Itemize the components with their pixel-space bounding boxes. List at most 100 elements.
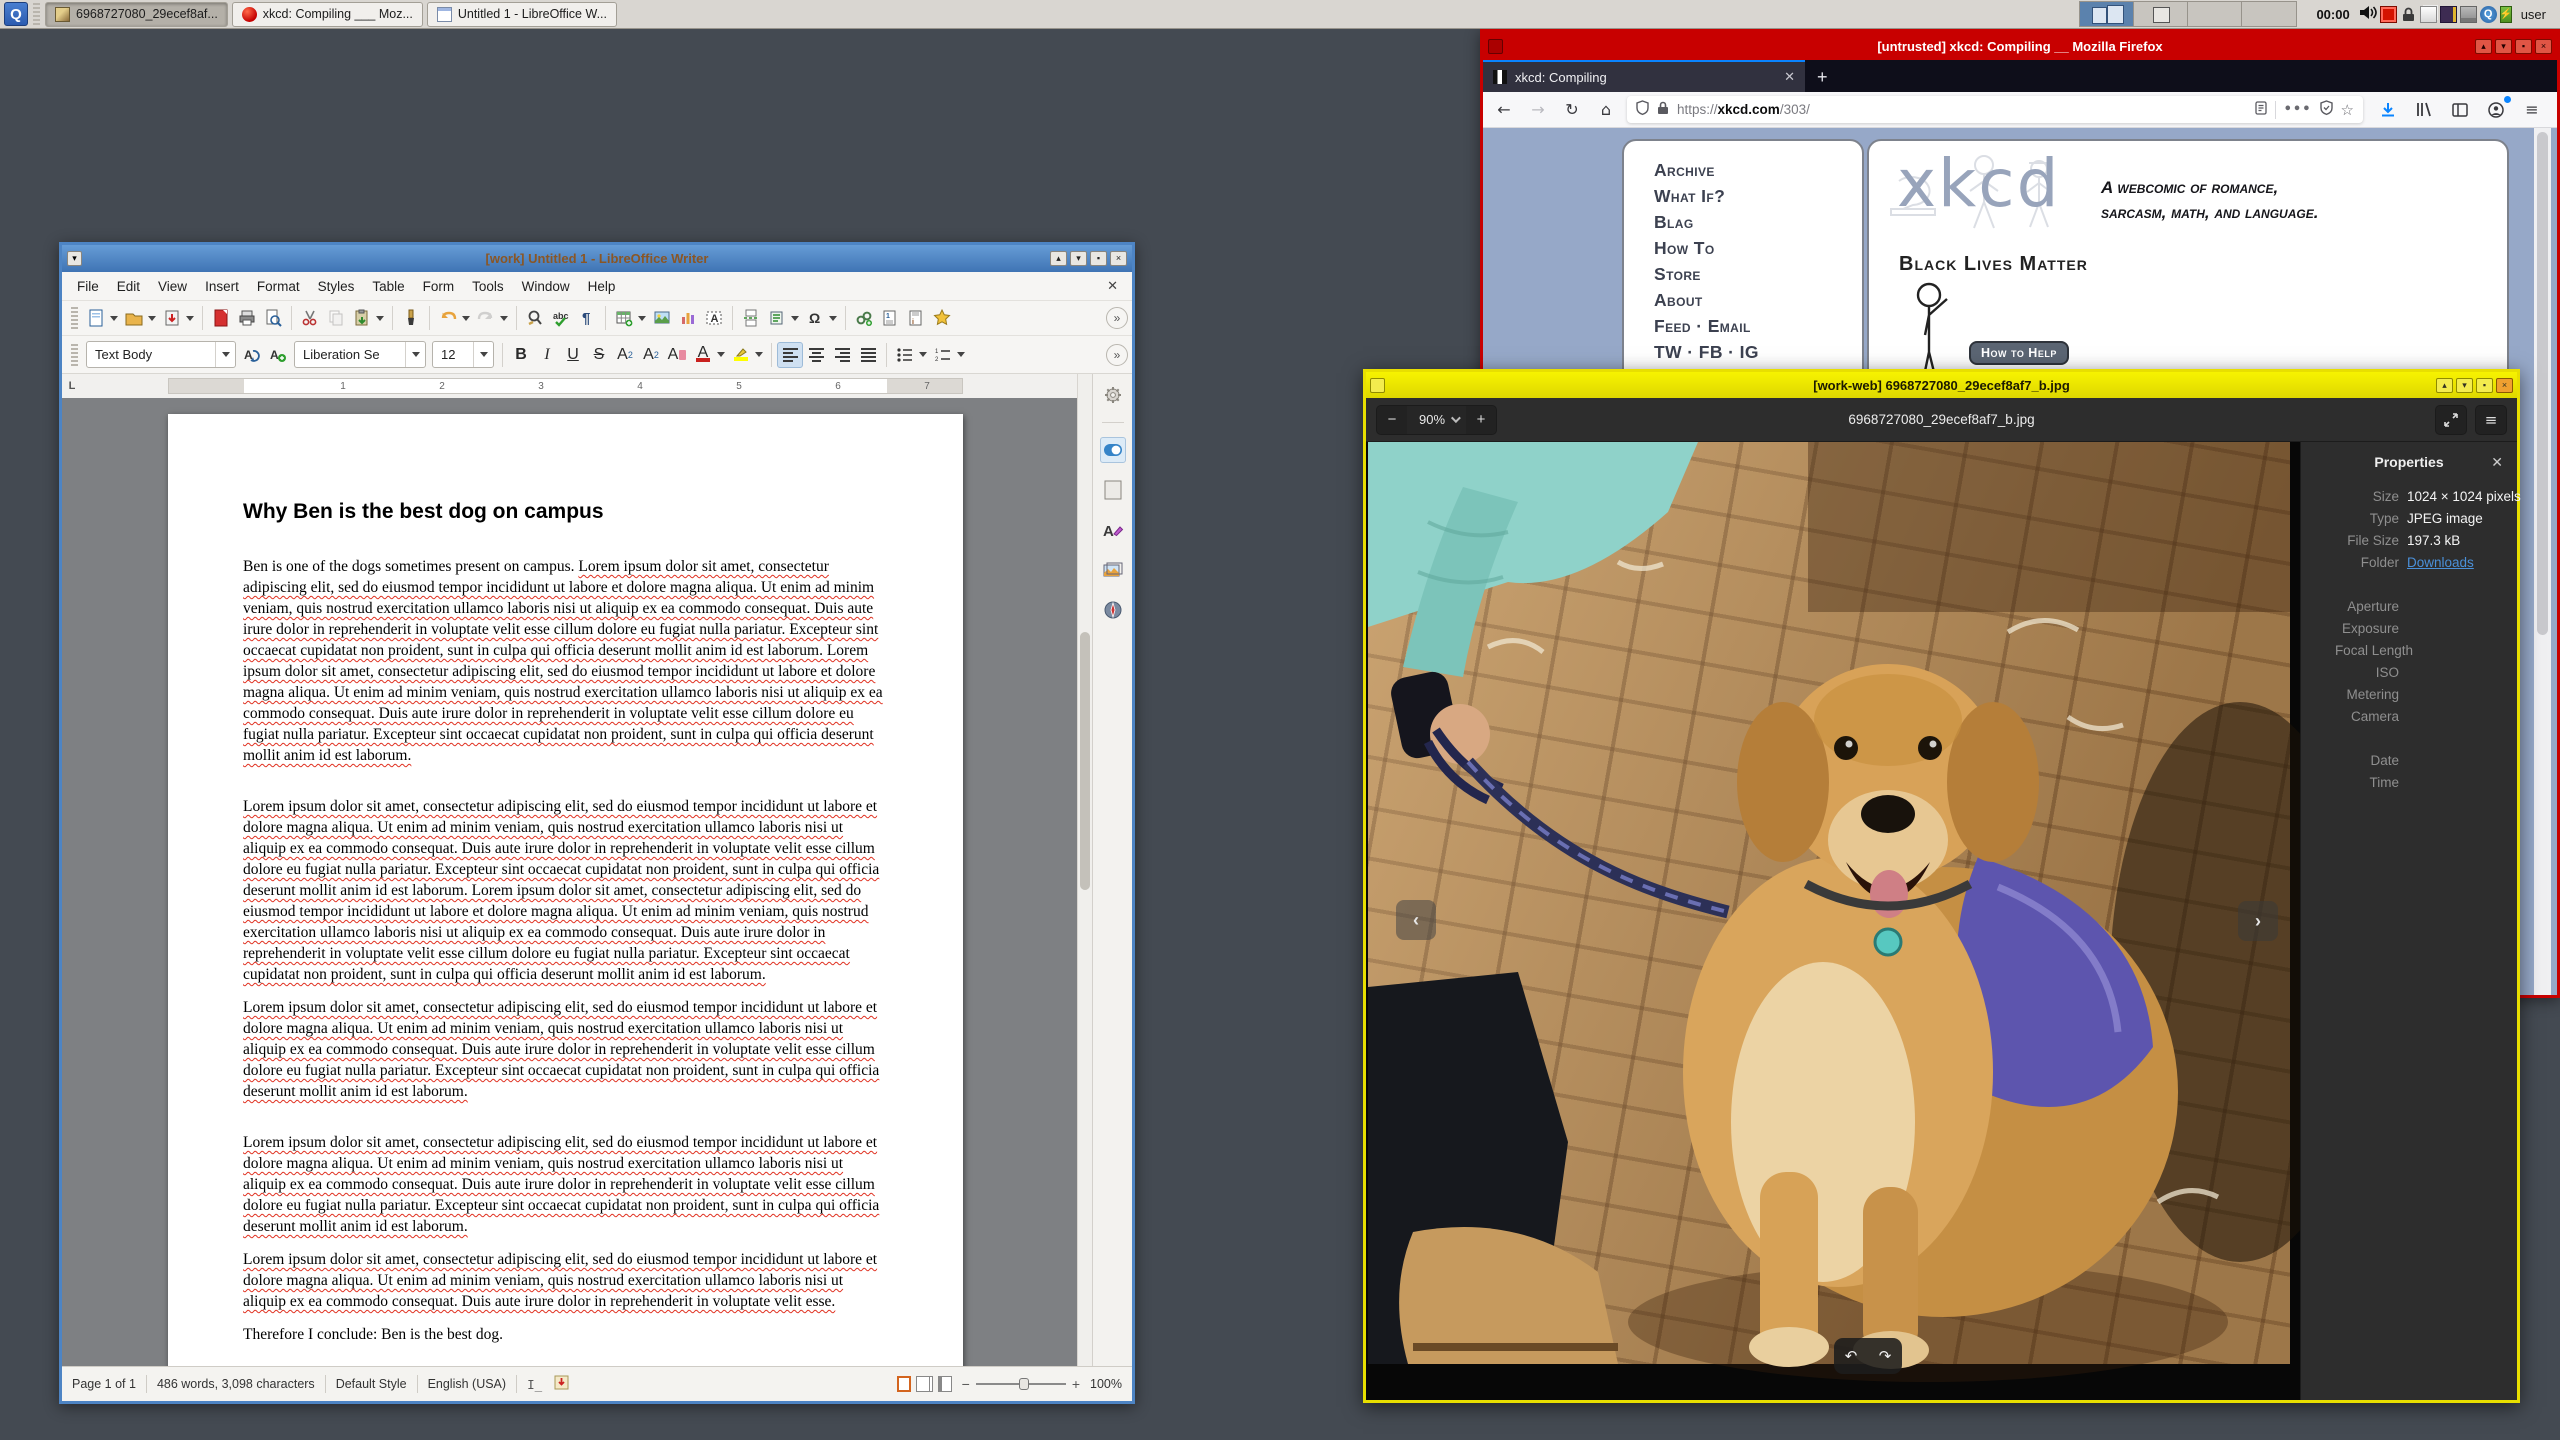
menu-format[interactable]: Format	[248, 275, 309, 298]
page-style[interactable]: Default Style	[336, 1377, 407, 1391]
rotate-cw-button[interactable]: ↷	[1879, 1347, 1892, 1365]
zoom-level-dropdown[interactable]: 90%	[1407, 412, 1466, 427]
scrollbar-thumb[interactable]	[1080, 631, 1090, 890]
horizontal-ruler[interactable]: L 1 2 3 4 5 6 7	[62, 374, 1077, 398]
account-icon[interactable]	[2483, 95, 2511, 123]
menu-insert[interactable]: Insert	[196, 275, 248, 298]
align-left-button[interactable]	[777, 341, 803, 368]
close-button[interactable]: ×	[1110, 251, 1127, 266]
minimize-button[interactable]: ▾	[1070, 251, 1087, 266]
qubes-menu-button[interactable]: Q	[4, 2, 28, 26]
reader-mode-icon[interactable]	[2254, 100, 2267, 119]
zoom-in-button[interactable]: +	[1466, 405, 1497, 434]
bullet-list-button[interactable]	[892, 342, 918, 368]
shade-button[interactable]: ▴	[1050, 251, 1067, 266]
home-button[interactable]: ⌂	[1593, 97, 1619, 123]
xkcd-link-store[interactable]: Store	[1654, 261, 1862, 287]
new-tab-button[interactable]: +	[1805, 62, 1840, 92]
print-icon[interactable]	[234, 305, 260, 331]
previous-image-button[interactable]: ‹	[1396, 900, 1436, 940]
redo-dropdown-caret[interactable]	[500, 315, 508, 321]
workspace-1[interactable]	[2080, 2, 2135, 26]
photo-area[interactable]: ‹ › ↶ ↷	[1366, 442, 2300, 1400]
save-dropdown-caret[interactable]	[186, 315, 194, 321]
pocket-shield-icon[interactable]	[2319, 100, 2333, 119]
font-color-button[interactable]: A	[690, 342, 716, 368]
padlock-icon[interactable]	[2400, 6, 2417, 23]
insert-special-character-icon[interactable]: Ω	[802, 305, 828, 331]
font-combo-caret[interactable]	[405, 342, 425, 367]
new-style-icon[interactable]: A	[265, 342, 291, 368]
spelling-icon[interactable]: abc	[548, 305, 574, 331]
clone-formatting-icon[interactable]	[398, 305, 424, 331]
italic-button[interactable]: I	[534, 342, 560, 368]
insert-field-icon[interactable]	[764, 305, 790, 331]
paste-dropdown-caret[interactable]	[376, 315, 384, 321]
align-center-button[interactable]	[803, 342, 829, 368]
menu-styles[interactable]: Styles	[309, 275, 364, 298]
reload-button[interactable]: ↻	[1559, 97, 1585, 123]
open-file-icon[interactable]	[121, 305, 147, 331]
new-document-icon[interactable]	[83, 305, 109, 331]
sidebar-settings-gear-icon[interactable]	[1100, 382, 1126, 408]
update-style-icon[interactable]: A	[239, 342, 265, 368]
paste-icon[interactable]	[349, 305, 375, 331]
redo-icon[interactable]	[473, 305, 499, 331]
paragraph-style-combo[interactable]: Text Body	[86, 341, 236, 368]
toolbar-grip[interactable]	[71, 307, 78, 329]
tab-stop-selector[interactable]: L	[62, 374, 82, 398]
highlight-color-button[interactable]	[728, 342, 754, 368]
zoom-slider[interactable]: − +	[962, 1376, 1080, 1392]
menu-view[interactable]: View	[149, 275, 196, 298]
insert-footnote-icon[interactable]: 1	[877, 305, 903, 331]
sidebar-toggle-icon[interactable]	[2447, 97, 2473, 123]
xkcd-link-socials[interactable]: TW · FB · IG	[1654, 339, 1862, 365]
unsaved-changes-icon[interactable]	[554, 1375, 569, 1393]
xkcd-logo[interactable]: xkcd	[1897, 145, 2060, 222]
menu-hamburger-icon[interactable]: ≡	[2475, 404, 2507, 435]
insert-bookmark-icon[interactable]	[929, 305, 955, 331]
sidebar-styles-icon[interactable]: A	[1100, 517, 1126, 543]
text-language[interactable]: English (USA)	[428, 1377, 507, 1391]
undo-icon[interactable]	[435, 305, 461, 331]
numbered-caret[interactable]	[957, 352, 965, 357]
menu-help[interactable]: Help	[579, 275, 625, 298]
size-combo-caret[interactable]	[473, 342, 493, 367]
menu-table[interactable]: Table	[363, 275, 413, 298]
page-actions-icon[interactable]: •••	[2284, 102, 2312, 117]
xkcd-link-blag[interactable]: Blag	[1654, 209, 1862, 235]
field-dropdown-caret[interactable]	[791, 315, 799, 321]
menu-tools[interactable]: Tools	[463, 275, 513, 298]
clock[interactable]: 00:00	[2316, 7, 2349, 22]
clear-formatting-icon[interactable]: A	[664, 342, 690, 368]
special-char-dropdown-caret[interactable]	[829, 315, 837, 321]
bookmark-star-icon[interactable]: ☆	[2341, 101, 2354, 119]
xkcd-link-whatif[interactable]: What If?	[1654, 183, 1862, 209]
table-dropdown-caret[interactable]	[638, 315, 646, 321]
xkcd-link-about[interactable]: About	[1654, 287, 1862, 313]
insert-mode-icon[interactable]: I_	[527, 1377, 542, 1392]
how-to-help-button[interactable]: How to Help	[1969, 341, 2069, 365]
font-name-combo[interactable]: Liberation Se	[294, 341, 426, 368]
back-button[interactable]: ←	[1491, 97, 1517, 123]
folder-link[interactable]: Downloads	[2407, 552, 2474, 574]
document-scrollbar[interactable]	[1077, 374, 1092, 1366]
toolbar-grip[interactable]	[71, 343, 78, 366]
forward-button[interactable]: →	[1525, 97, 1551, 123]
insert-endnote-icon[interactable]: i	[903, 305, 929, 331]
workspace-3[interactable]	[2188, 2, 2243, 26]
url-text[interactable]: https://xkcd.com/303/	[1677, 102, 2247, 117]
toolbar-overflow-button[interactable]: »	[1106, 343, 1128, 366]
taskbar-window-firefox[interactable]: xkcd: Compiling ___ Moz...	[231, 1, 423, 27]
find-replace-icon[interactable]	[522, 305, 548, 331]
scrollbar-thumb[interactable]	[2537, 132, 2548, 635]
single-page-view-button[interactable]	[896, 1376, 911, 1392]
menu-form[interactable]: Form	[414, 275, 464, 298]
disk-icon[interactable]	[2459, 5, 2477, 23]
save-icon[interactable]	[159, 305, 185, 331]
writer-titlebar[interactable]: ▾ [work] Untitled 1 - LibreOffice Writer…	[62, 245, 1132, 272]
menu-window[interactable]: Window	[513, 275, 579, 298]
menu-file[interactable]: File	[68, 275, 108, 298]
firefox-scrollbar[interactable]	[2534, 128, 2551, 995]
strikethrough-button[interactable]: S	[586, 342, 612, 368]
